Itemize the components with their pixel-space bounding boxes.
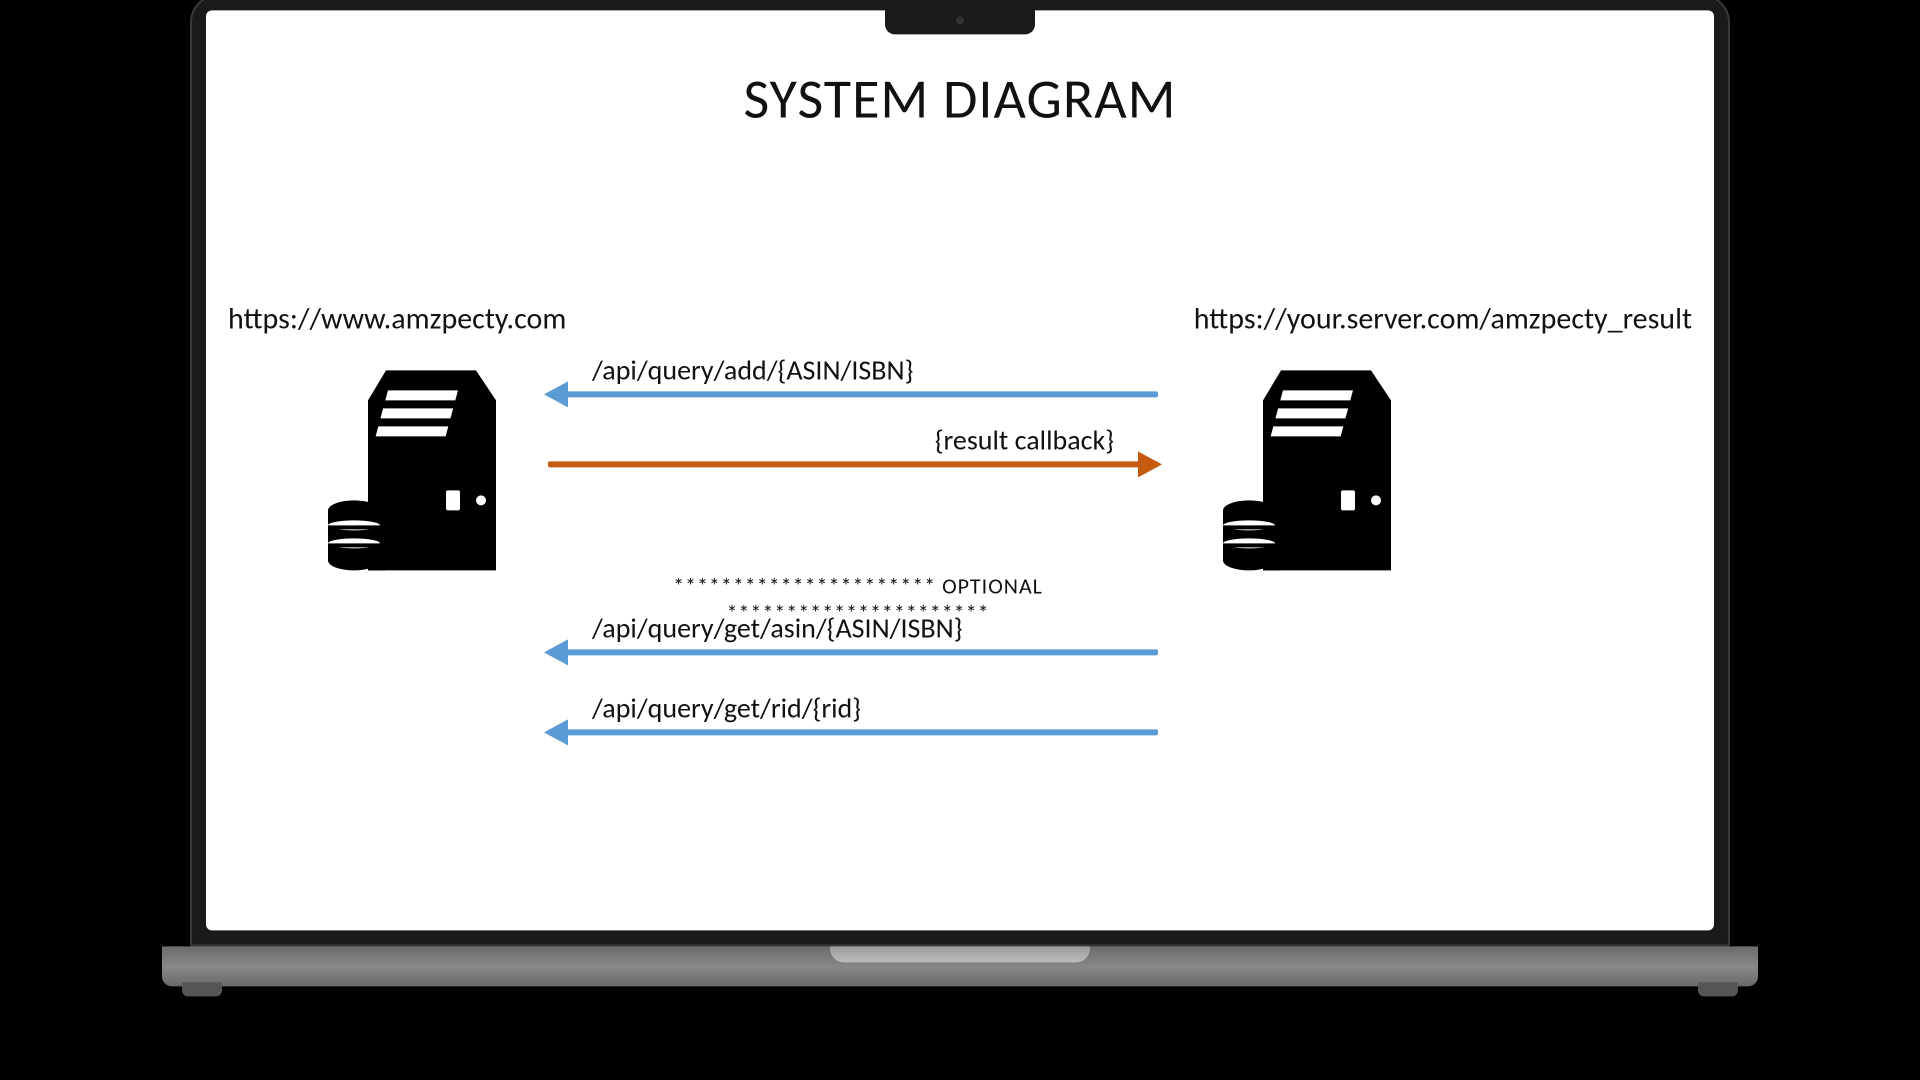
right-server-url: https://your.server.com/amzpecty_result [1194,300,1692,337]
arrow-head-icon [544,719,568,745]
laptop-base [162,946,1758,986]
arrow-label-add: /api/query/add/{ASIN/ISBN} [548,352,1158,387]
arrow-line [548,391,1158,397]
arrow-line [548,649,1158,655]
diagram-title: SYSTEM DIAGRAM [206,65,1714,133]
laptop-foot [1698,982,1738,996]
arrow-head-icon [544,381,568,407]
server-icon-left [326,360,506,585]
arrow-label-get-rid: /api/query/get/rid/{rid} [548,690,1158,725]
server-icon-right [1221,360,1401,585]
notch [885,8,1035,34]
arrow-line [548,461,1158,467]
arrow-head-icon [1138,451,1162,477]
screen-content: SYSTEM DIAGRAM https://www.amzpecty.com … [206,10,1714,930]
left-server-url: https://www.amzpecty.com [228,300,566,337]
arrow-result-callback: {result callback} [548,422,1158,467]
camera-dot [956,16,964,24]
laptop-foot [182,982,222,996]
arrow-query-get-rid: /api/query/get/rid/{rid} [548,690,1158,735]
screen-bezel: SYSTEM DIAGRAM https://www.amzpecty.com … [190,0,1730,946]
arrow-query-add: /api/query/add/{ASIN/ISBN} [548,352,1158,397]
arrow-label-get-asin: /api/query/get/asin/{ASIN/ISBN} [548,610,1158,645]
arrow-head-icon [544,639,568,665]
arrow-line [548,729,1158,735]
arrow-query-get-asin: /api/query/get/asin/{ASIN/ISBN} [548,610,1158,655]
laptop-frame: SYSTEM DIAGRAM https://www.amzpecty.com … [190,0,1730,986]
arrow-label-callback: {result callback} [548,422,1158,457]
